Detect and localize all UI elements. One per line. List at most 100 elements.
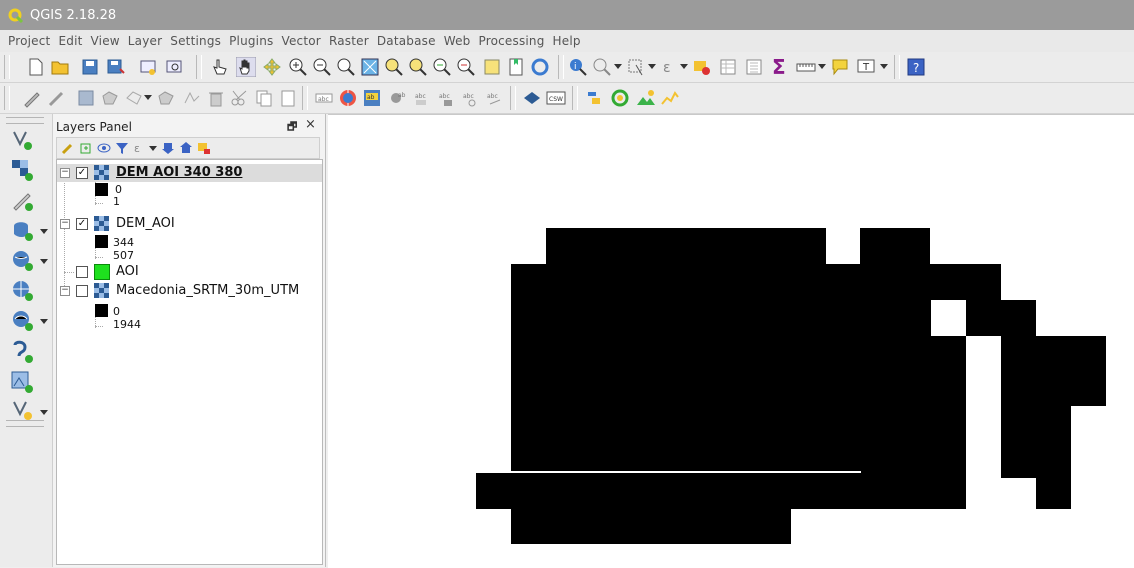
add-postgis-layer-icon[interactable] <box>10 218 34 242</box>
zoom-in-icon[interactable] <box>288 57 308 77</box>
statistics-panel-icon[interactable] <box>744 57 764 77</box>
collapse-toggle-icon[interactable]: − <box>60 286 70 296</box>
menu-settings[interactable]: Settings <box>166 34 225 48</box>
refresh-icon[interactable] <box>530 57 550 77</box>
add-wms-layer-icon[interactable] <box>10 278 34 302</box>
delete-selected-icon[interactable] <box>182 88 202 108</box>
layer-row[interactable]: − Macedonia_SRTM_30m_UTM <box>57 282 322 300</box>
layer-row[interactable]: − ✓ DEM AOI 340 380 <box>57 164 322 182</box>
open-project-icon[interactable] <box>50 57 70 77</box>
add-vector-layer-icon[interactable] <box>10 128 34 152</box>
add-raster-layer-icon[interactable] <box>10 158 34 182</box>
menu-layer[interactable]: Layer <box>124 34 166 48</box>
style-manager-icon[interactable] <box>338 88 358 108</box>
dropdown-arrow-icon[interactable] <box>614 64 622 69</box>
current-edits-icon[interactable] <box>22 88 42 108</box>
terrain-plugin-icon[interactable] <box>636 88 656 108</box>
collapse-toggle-icon[interactable]: − <box>60 219 70 229</box>
remove-layer-icon[interactable] <box>197 141 211 155</box>
help-contents-icon[interactable]: ? <box>906 57 926 77</box>
layer-labeling-icon[interactable]: ab <box>362 88 382 108</box>
delete-icon[interactable] <box>206 88 226 108</box>
save-layer-edits-icon[interactable] <box>76 88 96 108</box>
save-project-icon[interactable] <box>80 57 100 77</box>
pin-labels-icon[interactable]: ab <box>388 88 408 108</box>
expand-all-icon[interactable] <box>161 141 175 155</box>
collapse-toggle-icon[interactable]: − <box>60 168 70 178</box>
map-canvas[interactable] <box>328 114 1134 568</box>
zoom-native-icon[interactable] <box>336 57 356 77</box>
text-annotation-icon[interactable]: T <box>856 57 876 77</box>
dropdown-arrow-icon[interactable] <box>144 95 152 100</box>
csw-icon[interactable]: CSW <box>546 88 566 108</box>
new-bookmark-icon[interactable] <box>506 57 526 77</box>
python-console-icon[interactable] <box>584 88 604 108</box>
open-layer-styling-icon[interactable] <box>61 141 75 155</box>
menu-edit[interactable]: Edit <box>54 34 86 48</box>
dropdown-arrow-icon[interactable] <box>648 64 656 69</box>
add-wfs-layer-icon[interactable] <box>10 308 34 332</box>
new-print-composer-icon[interactable] <box>138 57 158 77</box>
dropdown-arrow-icon[interactable] <box>40 259 48 264</box>
move-label-icon[interactable]: abc <box>436 88 456 108</box>
paste-features-icon[interactable] <box>278 88 298 108</box>
composer-manager-icon[interactable] <box>164 57 184 77</box>
new-map-view-icon[interactable] <box>482 57 502 77</box>
menu-web[interactable]: Web <box>440 34 475 48</box>
add-mssql-layer-icon[interactable] <box>10 370 34 394</box>
pan-to-selection-icon[interactable] <box>262 57 282 77</box>
metasearch-icon[interactable] <box>522 88 542 108</box>
dropdown-arrow-icon[interactable] <box>880 64 888 69</box>
layer-row[interactable]: − ✓ DEM_AOI <box>57 215 322 233</box>
menu-view[interactable]: View <box>87 34 124 48</box>
new-project-icon[interactable] <box>26 57 46 77</box>
add-spatialite-layer-icon[interactable] <box>10 248 34 272</box>
new-shapefile-layer-icon[interactable] <box>10 398 34 422</box>
menu-processing[interactable]: Processing <box>474 34 548 48</box>
dropdown-arrow-icon[interactable] <box>40 319 48 324</box>
add-virtual-layer-icon[interactable] <box>10 340 34 364</box>
add-group-icon[interactable] <box>79 141 93 155</box>
zoom-full-icon[interactable] <box>360 57 380 77</box>
filter-legend-icon[interactable] <box>115 141 129 155</box>
zoom-to-selection-icon[interactable] <box>384 57 404 77</box>
layer-visibility-checkbox[interactable]: ✓ <box>76 218 88 230</box>
deselect-features-icon[interactable] <box>692 57 712 77</box>
menu-raster[interactable]: Raster <box>325 34 373 48</box>
dropdown-arrow-icon[interactable] <box>40 410 48 415</box>
move-feature-icon[interactable] <box>124 88 144 108</box>
toggle-editing-icon[interactable] <box>46 88 66 108</box>
map-tips-icon[interactable] <box>830 57 850 77</box>
touch-icon[interactable] <box>210 57 230 77</box>
zoom-out-icon[interactable] <box>312 57 332 77</box>
zoom-to-layer-icon[interactable] <box>408 57 428 77</box>
add-delimited-text-icon[interactable] <box>10 188 34 212</box>
statistical-summary-icon[interactable]: Σ <box>770 57 790 77</box>
zoom-next-icon[interactable] <box>456 57 476 77</box>
menu-plugins[interactable]: Plugins <box>225 34 277 48</box>
change-label-icon[interactable]: abc <box>484 88 504 108</box>
layer-visibility-checkbox[interactable] <box>76 285 88 297</box>
dropdown-arrow-icon[interactable] <box>680 64 688 69</box>
zoom-last-icon[interactable] <box>432 57 452 77</box>
dropdown-arrow-icon[interactable] <box>149 146 157 151</box>
save-as-icon[interactable] <box>106 57 126 77</box>
dropdown-arrow-icon[interactable] <box>40 229 48 234</box>
profile-tool-icon[interactable] <box>660 88 680 108</box>
pan-map-icon[interactable] <box>236 57 256 77</box>
dropdown-arrow-icon[interactable] <box>818 64 826 69</box>
label-toolbar-icon[interactable]: abc <box>314 88 334 108</box>
identify-features-icon[interactable]: i <box>568 57 588 77</box>
copy-features-icon[interactable] <box>254 88 274 108</box>
menu-help[interactable]: Help <box>549 34 585 48</box>
layer-visibility-checkbox[interactable] <box>76 266 88 278</box>
collapse-all-icon[interactable] <box>179 141 193 155</box>
node-tool-icon[interactable] <box>156 88 176 108</box>
geoprocessing-icon[interactable] <box>610 88 630 108</box>
highlight-labels-icon[interactable]: abc <box>412 88 432 108</box>
filter-by-expression-icon[interactable]: ε <box>133 141 147 155</box>
menu-vector[interactable]: Vector <box>277 34 324 48</box>
menu-project[interactable]: Project <box>0 34 54 48</box>
float-panel-icon[interactable]: 🗗 <box>287 118 297 137</box>
run-feature-action-icon[interactable] <box>592 57 612 77</box>
